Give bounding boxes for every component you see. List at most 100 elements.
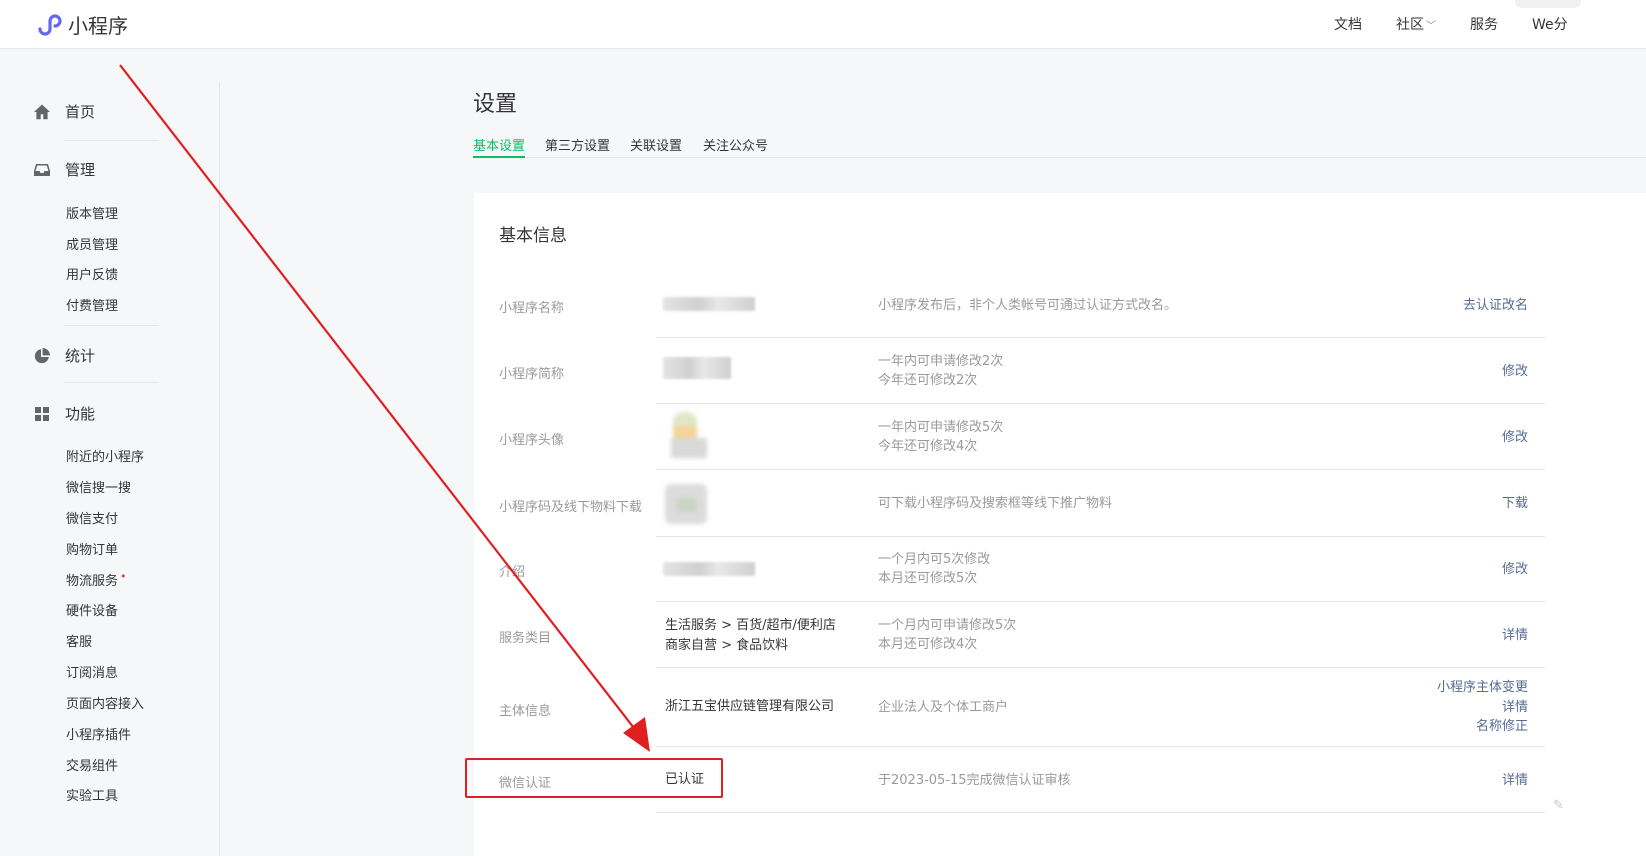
nav-services[interactable]: 服务 xyxy=(1470,14,1498,34)
sidebar-item-logistics-label: 物流服务 xyxy=(66,574,119,589)
nav-we-share[interactable]: We分 xyxy=(1532,14,1568,34)
top-header: 小程序 文档 社区 ﹀ 服务 We分 xyxy=(0,0,1646,49)
desc-line: 今年还可修改2次 xyxy=(878,373,978,388)
logo[interactable]: 小程序 xyxy=(34,10,128,39)
settings-tabs: 基本设置 第三方设置 关联设置 关注公众号 xyxy=(473,135,1646,158)
row-divider xyxy=(656,337,1545,338)
row-divider xyxy=(656,746,1545,747)
row-divider xyxy=(656,403,1545,404)
row-label-category: 服务类目 xyxy=(499,631,552,646)
sidebar-item-payment-manage[interactable]: 付费管理 xyxy=(66,295,118,314)
sidebar-item-nearby[interactable]: 附近的小程序 xyxy=(66,446,144,465)
sidebar-item-subscribe-message[interactable]: 订阅消息 xyxy=(66,662,118,681)
sidebar-item-trade-component[interactable]: 交易组件 xyxy=(66,755,118,774)
desc-line: 今年还可修改4次 xyxy=(878,439,978,454)
new-badge-dot: • xyxy=(120,570,127,583)
row-desc-name: 小程序发布后，非个人类帐号可通过认证方式改名。 xyxy=(878,298,1178,313)
modify-intro-link[interactable]: 修改 xyxy=(1502,560,1528,580)
subject-change-link[interactable]: 小程序主体变更 xyxy=(1437,678,1528,698)
nav-docs[interactable]: 文档 xyxy=(1334,14,1362,34)
row-desc-intro: 一个月内可5次修改 本月还可修改5次 xyxy=(878,550,990,588)
sidebar-section-features[interactable]: 功能 xyxy=(33,403,95,424)
tab-follow-official-account[interactable]: 关注公众号 xyxy=(703,135,768,158)
sidebar-item-logistics[interactable]: 物流服务 • xyxy=(66,570,127,589)
scroll-hint-icon: ✎ xyxy=(1553,798,1564,813)
row-divider xyxy=(656,469,1545,470)
app-name: 小程序 xyxy=(68,14,128,38)
sidebar-item-feedback[interactable]: 用户反馈 xyxy=(66,264,118,283)
tab-third-party-settings[interactable]: 第三方设置 xyxy=(545,135,610,158)
sidebar-item-hardware[interactable]: 硬件设备 xyxy=(66,600,118,619)
tab-basic-settings[interactable]: 基本设置 xyxy=(473,135,526,158)
row-label-intro: 介绍 xyxy=(499,565,526,580)
row-label-avatar: 小程序头像 xyxy=(499,433,565,448)
row-divider xyxy=(656,536,1545,537)
row-desc-category: 一个月内可申请修改5次 本月还可修改4次 xyxy=(878,616,1016,654)
row-desc-avatar: 一年内可申请修改5次 今年还可修改4次 xyxy=(878,418,1003,456)
rename-by-verification-link[interactable]: 去认证改名 xyxy=(1463,296,1528,316)
row-divider xyxy=(656,667,1545,668)
sidebar-section-label: 统计 xyxy=(65,347,96,365)
redacted-intro xyxy=(663,562,755,576)
sidebar-item-lab-tools[interactable]: 实验工具 xyxy=(66,785,118,804)
row-value-category: 生活服务 > 百货/超市/便利店 商家自营 > 食品饮料 xyxy=(665,616,836,656)
modify-short-name-link[interactable]: 修改 xyxy=(1502,362,1528,382)
avatar-image xyxy=(663,412,709,460)
home-icon xyxy=(34,104,50,119)
miniprogram-logo-icon xyxy=(38,13,62,36)
sidebar-section-label: 管理 xyxy=(65,161,96,179)
sidebar-section-manage[interactable]: 管理 xyxy=(33,159,95,180)
download-materials-link[interactable]: 下载 xyxy=(1502,494,1528,514)
sidebar-separator xyxy=(64,140,159,141)
verification-details-link[interactable]: 详情 xyxy=(1502,771,1528,791)
category-line: 生活服务 > 百货/超市/便利店 xyxy=(665,618,836,633)
header-tab-handle xyxy=(1515,0,1581,8)
category-line: 商家自营 > 食品饮料 xyxy=(665,638,789,653)
desc-line: 一年内可申请修改5次 xyxy=(878,420,1004,435)
qrcode-image xyxy=(665,480,709,528)
sidebar-separator xyxy=(64,325,159,326)
tab-linked-settings[interactable]: 关联设置 xyxy=(630,135,682,158)
qrcode-blur-center xyxy=(677,498,697,512)
inbox-icon xyxy=(34,163,50,176)
sidebar-item-orders[interactable]: 购物订单 xyxy=(66,539,118,558)
sidebar-item-wechat-pay[interactable]: 微信支付 xyxy=(66,508,118,527)
row-desc-qrcode: 可下载小程序码及搜索框等线下推广物料 xyxy=(878,496,1113,511)
row-label-name: 小程序名称 xyxy=(499,301,565,316)
sidebar-section-stats[interactable]: 统计 xyxy=(33,345,95,366)
subject-actions: 小程序主体变更 详情 名称修正 xyxy=(1437,678,1528,737)
annotation-highlight-box xyxy=(465,758,723,798)
desc-line: 本月还可修改5次 xyxy=(878,571,978,586)
sidebar-section-home[interactable]: 首页 xyxy=(33,101,95,122)
desc-line: 本月还可修改4次 xyxy=(878,637,978,652)
sidebar-item-version[interactable]: 版本管理 xyxy=(66,203,118,222)
row-label-subject: 主体信息 xyxy=(499,704,552,719)
redacted-short-name xyxy=(663,357,731,379)
sidebar-item-wechat-search[interactable]: 微信搜一搜 xyxy=(66,477,131,496)
subject-details-link[interactable]: 详情 xyxy=(1437,698,1528,718)
sidebar-item-customer-service[interactable]: 客服 xyxy=(66,631,92,650)
row-label-qrcode: 小程序码及线下物料下载 xyxy=(499,500,643,515)
page-title: 设置 xyxy=(473,92,518,117)
desc-line: 一年内可申请修改2次 xyxy=(878,354,1004,369)
sidebar-separator xyxy=(64,382,159,383)
row-label-short-name: 小程序简称 xyxy=(499,367,565,382)
sidebar-divider xyxy=(219,82,220,856)
row-desc-verification: 于2023-05-15完成微信认证审核 xyxy=(878,773,1071,788)
sidebar-section-label: 功能 xyxy=(65,405,96,423)
grid-icon xyxy=(35,406,49,421)
sidebar-item-plugins[interactable]: 小程序插件 xyxy=(66,724,131,743)
sidebar-section-label: 首页 xyxy=(65,103,96,121)
nav-community[interactable]: 社区 ﹀ xyxy=(1396,14,1436,34)
name-correction-link[interactable]: 名称修正 xyxy=(1437,717,1528,737)
avatar-blur-mid xyxy=(673,426,697,438)
row-divider xyxy=(656,812,1545,813)
category-details-link[interactable]: 详情 xyxy=(1502,626,1528,646)
sidebar-item-page-content[interactable]: 页面内容接入 xyxy=(66,693,144,712)
chevron-down-icon: ﹀ xyxy=(1426,21,1436,32)
row-value-subject: 浙江五宝供应链管理有限公司 xyxy=(665,699,835,714)
modify-avatar-link[interactable]: 修改 xyxy=(1502,428,1528,448)
redacted-name xyxy=(663,297,755,311)
desc-line: 一个月内可5次修改 xyxy=(878,552,991,567)
sidebar-item-members[interactable]: 成员管理 xyxy=(66,234,118,253)
